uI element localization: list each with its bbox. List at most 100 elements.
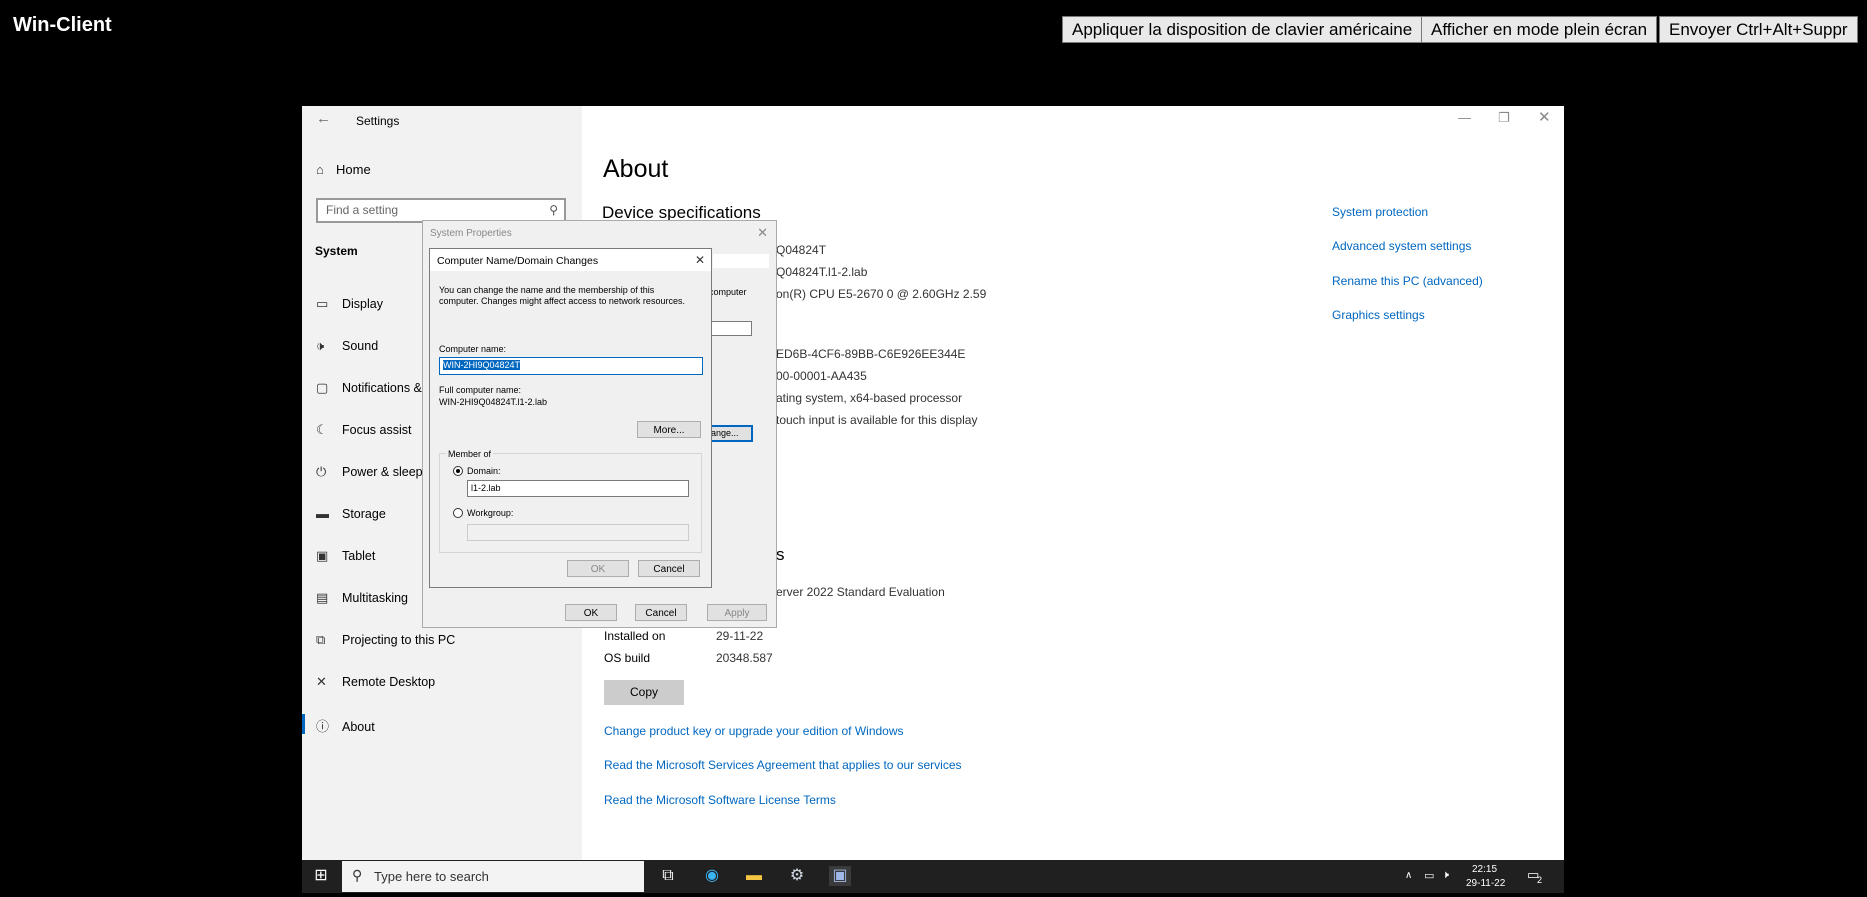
notification-count: 2 <box>1537 875 1543 885</box>
license-terms-link[interactable]: Read the Microsoft Software License Term… <box>604 793 836 807</box>
nav-power-sleep[interactable]: ⏻ Power & sleep <box>316 464 423 480</box>
nav-multitasking[interactable]: ▤ Multitasking <box>316 590 408 606</box>
workgroup-input[interactable] <box>467 524 689 541</box>
domain-label: Domain: <box>467 466 501 476</box>
installed-on-value: 29-11-22 <box>716 629 764 643</box>
notification-icon: ▢ <box>316 380 329 395</box>
services-agreement-link[interactable]: Read the Microsoft Services Agreement th… <box>604 758 962 772</box>
partial-field <box>709 321 752 336</box>
partial-text: computer <box>709 287 747 297</box>
info-icon: ⓘ <box>316 719 330 734</box>
send-ctrl-alt-del-button[interactable]: Envoyer Ctrl+Alt+Suppr <box>1659 16 1858 43</box>
domain-input[interactable]: l1-2.lab <box>467 480 689 497</box>
edge-browser-icon[interactable]: ◉ <box>701 866 723 886</box>
change-product-key-link[interactable]: Change product key or upgrade your editi… <box>604 724 904 738</box>
full-name-value: WIN-2HI9Q04824T.l1-2.lab <box>439 397 548 407</box>
computer-name-label: Computer name: <box>439 344 507 354</box>
system-properties-icon[interactable]: ▣ <box>829 866 851 886</box>
installed-on-label: Installed on <box>604 629 666 643</box>
description-line: computer. Changes might affect access to… <box>439 296 685 306</box>
minimize-icon[interactable]: — <box>1458 110 1471 125</box>
computer-name-dialog: Computer Name/Domain Changes ✕ You can c… <box>429 248 712 588</box>
cancel-button[interactable]: Cancel <box>635 604 687 621</box>
network-icon[interactable]: ▭ <box>1424 869 1434 882</box>
advanced-system-settings-link[interactable]: Advanced system settings <box>1332 239 1471 253</box>
clock-time: 22:15 <box>1472 864 1498 875</box>
description-line: You can change the name and the membersh… <box>439 285 655 295</box>
nav-display[interactable]: ▭ Display <box>316 296 383 312</box>
workgroup-label: Workgroup: <box>467 508 514 518</box>
cancel-button[interactable]: Cancel <box>638 560 700 577</box>
volume-muted-icon[interactable]: 🕨 <box>1442 869 1449 882</box>
windows-specs-heading: s <box>776 545 785 564</box>
page-title: About <box>603 155 669 183</box>
spec-value: on(R) CPU E5-2670 0 @ 2.60GHz 2.59 <box>776 287 987 301</box>
workgroup-radio[interactable] <box>453 508 463 518</box>
nav-about[interactable]: ⓘ About <box>316 716 375 735</box>
nav-tablet[interactable]: ▣ Tablet <box>316 548 375 564</box>
search-icon: ⚲ <box>352 867 363 883</box>
ok-button[interactable]: OK <box>567 560 629 577</box>
speaker-icon: 🕩 <box>316 338 325 353</box>
window-title: Settings <box>356 114 400 128</box>
moon-icon: ☾ <box>316 422 328 437</box>
chevron-up-icon[interactable]: ∧ <box>1405 870 1412 881</box>
nav-focus-assist[interactable]: ☾ Focus assist <box>316 422 411 438</box>
storage-icon: ▬ <box>316 506 329 521</box>
change-button[interactable]: ange... <box>709 425 753 442</box>
tablet-icon: ▣ <box>316 548 329 563</box>
close-icon[interactable]: ✕ <box>695 253 705 267</box>
rename-pc-link[interactable]: Rename this PC (advanced) <box>1332 274 1483 288</box>
windows-start-icon[interactable]: ⊞ <box>310 866 332 886</box>
os-build-value: 20348.587 <box>716 651 773 665</box>
file-explorer-icon[interactable]: ▬ <box>743 866 765 886</box>
remote-desktop-icon: ✕ <box>316 674 327 689</box>
spec-value: Q04824T.l1-2.lab <box>776 265 868 279</box>
domain-radio[interactable] <box>453 466 463 476</box>
copy-button[interactable]: Copy <box>604 680 684 705</box>
dialog-title: System Properties <box>430 228 512 239</box>
close-icon[interactable]: ✕ <box>1538 108 1551 126</box>
projecting-icon: ⧉ <box>316 632 326 647</box>
multitasking-icon: ▤ <box>316 590 329 605</box>
active-nav-indicator <box>302 714 305 734</box>
section-title: System <box>315 244 358 258</box>
dialog-title: Computer Name/Domain Changes <box>437 255 599 267</box>
nav-storage[interactable]: ▬ Storage <box>316 506 386 521</box>
apply-button[interactable]: Apply <box>707 604 767 621</box>
nav-remote-desktop[interactable]: ✕ Remote Desktop <box>316 674 435 690</box>
us-keyboard-layout-button[interactable]: Appliquer la disposition de clavier amér… <box>1062 16 1423 43</box>
app-title: Win-Client <box>13 14 112 36</box>
spec-value: ED6B-4CF6-89BB-C6E926EE344E <box>776 347 966 361</box>
more-button[interactable]: More... <box>637 421 701 438</box>
system-protection-link[interactable]: System protection <box>1332 205 1428 219</box>
restore-icon[interactable]: ❐ <box>1498 110 1510 126</box>
graphics-settings-link[interactable]: Graphics settings <box>1332 308 1425 322</box>
close-icon[interactable]: ✕ <box>757 225 768 241</box>
computer-name-input[interactable]: WIN-2HI9Q04824T <box>439 357 703 375</box>
spec-value: 00-00001-AA435 <box>776 369 867 383</box>
nav-sound[interactable]: 🕩 Sound <box>316 338 378 354</box>
full-name-label: Full computer name: <box>439 385 522 395</box>
nav-projecting[interactable]: ⧉ Projecting to this PC <box>316 632 455 648</box>
power-icon: ⏻ <box>316 464 327 479</box>
nav-notifications[interactable]: ▢ Notifications & <box>316 380 422 396</box>
back-arrow-icon[interactable]: ← <box>316 110 331 127</box>
spec-value: touch input is available for this displa… <box>776 413 978 427</box>
settings-gear-icon[interactable]: ⚙ <box>786 866 808 886</box>
member-of-label: Member of <box>446 449 494 459</box>
search-icon: ⚲ <box>549 203 558 217</box>
spec-value: ating system, x64-based processor <box>776 391 963 405</box>
edition-value: erver 2022 Standard Evaluation <box>776 585 945 599</box>
fullscreen-button[interactable]: Afficher en mode plein écran <box>1421 16 1658 43</box>
taskbar-search[interactable]: ⚲ Type here to search <box>342 861 644 892</box>
nav-home[interactable]: ⌂ Home <box>316 162 371 177</box>
member-of-group: Member of Domain: l1-2.lab Workgroup: <box>439 449 702 553</box>
ok-button[interactable]: OK <box>565 604 617 621</box>
monitor-icon: ▭ <box>316 296 329 311</box>
spec-value: Q04824T <box>776 243 827 257</box>
task-view-icon[interactable]: ⧉ <box>657 866 679 886</box>
taskbar: ⊞ ⚲ Type here to search ⧉ ◉ ▬ ⚙ ▣ ∧ ▭ 🕨 … <box>302 860 1564 893</box>
home-icon: ⌂ <box>316 162 324 177</box>
tab-strip <box>713 254 769 268</box>
